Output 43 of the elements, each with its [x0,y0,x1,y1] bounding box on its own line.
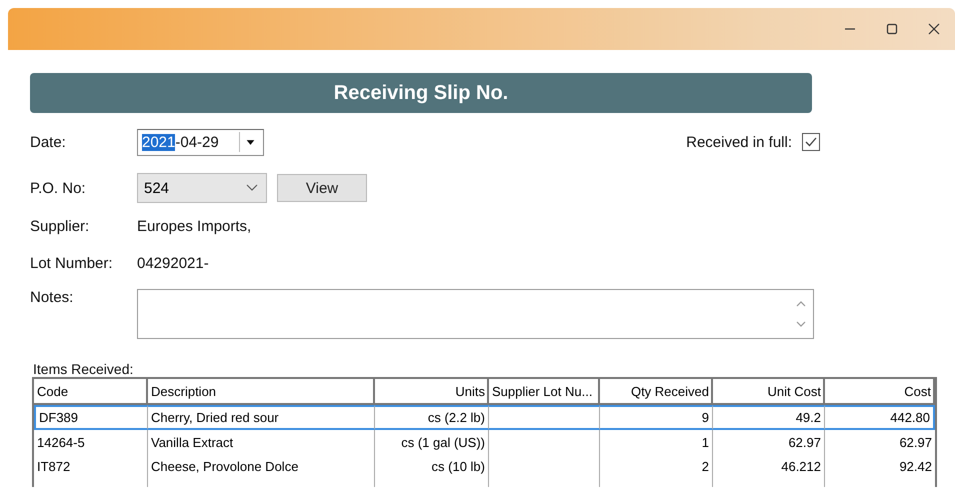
maximize-icon[interactable] [885,22,899,36]
table-cell-text: 92.42 [898,458,933,476]
date-field[interactable]: 2021-04-29 [137,128,264,156]
table-cell: 9 [600,405,713,430]
po-label: P.O. No: [30,180,87,196]
column-header[interactable]: Description [148,379,375,405]
column-header[interactable]: Units [375,379,489,405]
table-cell: cs (1 gal (US)) [375,430,489,454]
table-cell: DF389 [34,405,148,430]
lot-number-value: 04292021- [137,254,209,272]
column-header[interactable]: Cost [825,379,935,405]
table-cell: 49.2 [713,405,825,430]
table-cell: cs (2.2 lb) [375,405,489,430]
notes-field[interactable] [137,289,814,339]
lot-number-label: Lot Number: [30,254,114,272]
close-icon[interactable] [927,22,941,36]
table-cell: 1 [600,430,713,454]
items-received-label: Items Received: [33,361,134,377]
date-label: Date: [30,134,67,150]
table-cell: 442.80 [825,405,935,430]
table-cell: cs (10 lb) [375,454,489,478]
supplier-label: Supplier: [30,218,90,234]
table-cell: Vanilla Extract [148,430,375,454]
table-cell: 46.212 [713,454,825,478]
notes-label: Notes: [30,289,74,306]
view-button[interactable]: View [277,174,367,202]
form-title: Receiving Slip No. [30,73,812,113]
table-cell: 62.97 [713,430,825,454]
table-cell: Cheese, Provolone Dolce [148,454,375,478]
column-header[interactable]: Code [34,379,148,405]
table-cell: 14264-5 [34,430,148,454]
column-header[interactable]: Qty Received [600,379,713,405]
table-cell: Cherry, Dried red sour [148,405,375,430]
po-dropdown[interactable]: 524 [137,173,267,203]
received-in-full-label: Received in full: [686,134,792,150]
table-cell: IT872 [34,454,148,478]
table-cell: 2 [600,454,713,478]
column-header[interactable]: Unit Cost [713,379,825,405]
supplier-value: Europes Imports, [137,218,252,234]
column-header[interactable]: Supplier Lot Nu... [489,379,600,405]
chevron-down-icon [246,184,258,192]
table-cell-text: 62.97 [898,434,933,452]
received-in-full-checkbox[interactable] [802,133,820,151]
